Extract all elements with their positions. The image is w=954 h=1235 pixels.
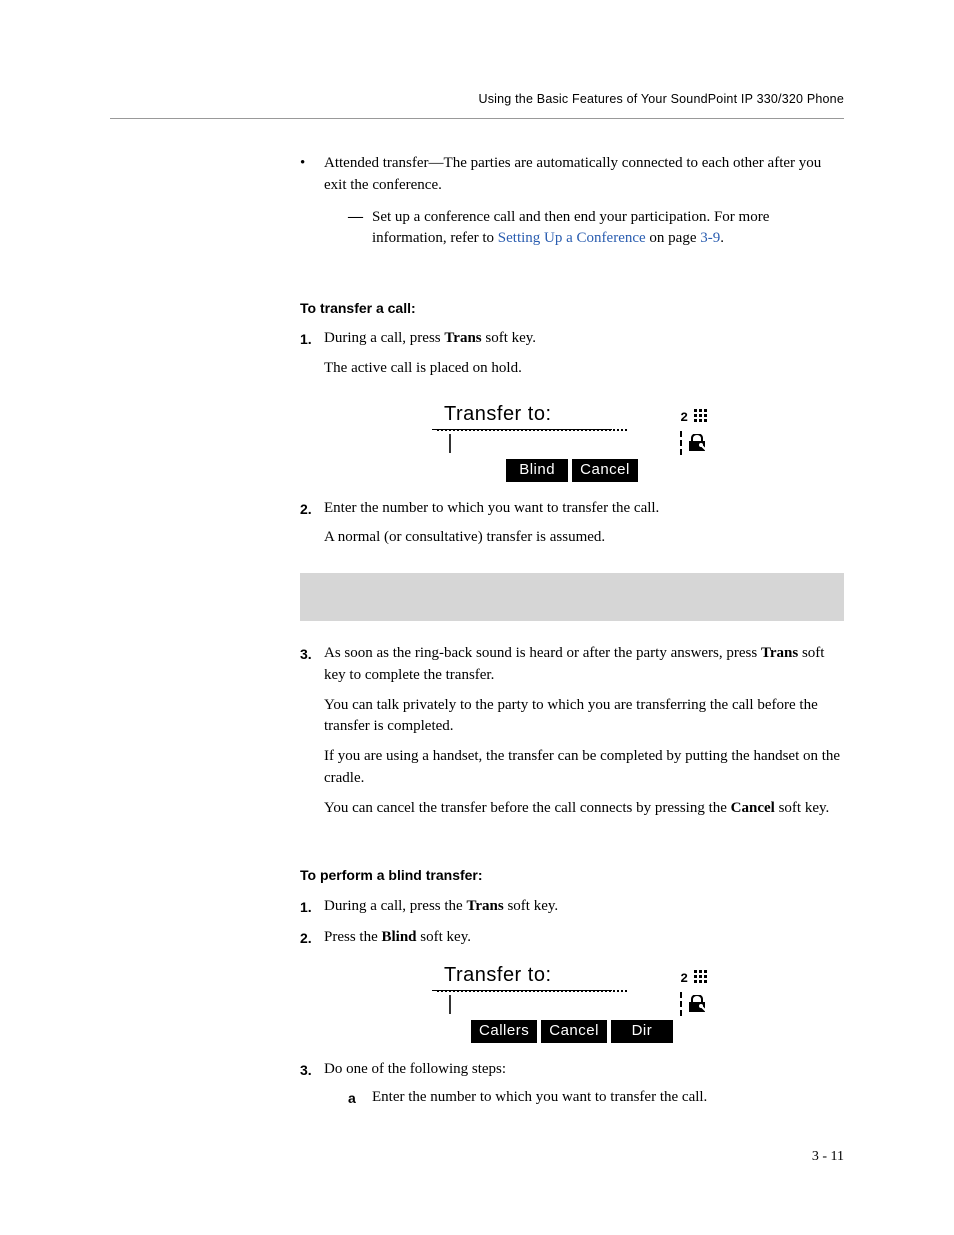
blind-step-1: 1. During a call, press the Trans soft k…	[300, 896, 844, 918]
step-2: 2. Enter the number to which you want to…	[300, 498, 844, 558]
softkey-callers: Callers	[471, 1020, 537, 1043]
lcd-cursor: |	[432, 996, 680, 1016]
softkey-dir: Dir	[611, 1020, 673, 1043]
dash-mark: —	[348, 207, 372, 251]
step-num: 2.	[300, 927, 324, 949]
alpha-mark: a	[348, 1087, 372, 1109]
lcd-title: Transfer to:	[432, 961, 612, 991]
lcd-cursor: |	[432, 435, 680, 455]
softkey-cancel: Cancel	[541, 1020, 607, 1043]
lock-icon	[687, 995, 707, 1013]
heading-transfer: To transfer a call:	[300, 298, 844, 318]
t: During a call, press the	[324, 898, 466, 914]
substep-a: a Enter the number to which you want to …	[348, 1087, 844, 1109]
content-area: • Attended transfer—The parties are auto…	[300, 153, 844, 1108]
alpha-text: Enter the number to which you want to tr…	[372, 1087, 844, 1109]
blind-step-2: 2. Press the Blind soft key.	[300, 927, 844, 949]
lcd-badge-number: 2	[680, 409, 688, 428]
t: Press the	[324, 929, 382, 945]
step-text: During a call, press Trans soft key. The…	[324, 328, 844, 388]
t2: soft key.	[504, 898, 558, 914]
lock-icon	[687, 434, 707, 452]
step-num: 2.	[300, 498, 324, 558]
page-number: 3 - 11	[812, 1147, 844, 1167]
sub-after: on page	[646, 230, 701, 246]
step-1: 1. During a call, press Trans soft key. …	[300, 328, 844, 388]
p3: You can cancel the transfer before the c…	[324, 798, 844, 820]
step-text: Press the Blind soft key.	[324, 927, 844, 949]
cancel-key: Cancel	[731, 800, 775, 816]
step-text: During a call, press the Trans soft key.	[324, 896, 844, 918]
link-conference[interactable]: Setting Up a Conference	[498, 230, 646, 246]
step-note: The active call is placed on hold.	[324, 358, 844, 380]
t2: soft key.	[417, 929, 471, 945]
t: As soon as the ring-back sound is heard …	[324, 645, 761, 661]
step-3: 3. As soon as the ring-back sound is hea…	[300, 643, 844, 827]
bullet-text: Attended transfer—The parties are automa…	[324, 153, 844, 260]
p2: If you are using a handset, the transfer…	[324, 746, 844, 790]
lcd-screenshot-1: Transfer to: 2 | Blind Cancel	[300, 400, 844, 482]
lcd-badge-number: 2	[680, 970, 688, 989]
t: During a call, press	[324, 330, 444, 346]
lcd-screenshot-2: Transfer to: 2 | Callers Cancel Dir	[300, 961, 844, 1043]
page-header: Using the Basic Features of Your SoundPo…	[110, 90, 844, 108]
step-text: Enter the number to which you want to tr…	[324, 498, 844, 558]
blind-step-3: 3. Do one of the following steps: a Ente…	[300, 1059, 844, 1109]
t2: soft key.	[775, 800, 829, 816]
step-note: A normal (or consultative) transfer is a…	[324, 527, 844, 549]
note-box	[300, 573, 844, 621]
softkey-cancel: Cancel	[572, 459, 638, 482]
t: Enter the number to which you want to tr…	[324, 500, 659, 516]
t2: soft key.	[482, 330, 536, 346]
step-num: 1.	[300, 896, 324, 918]
step-text: Do one of the following steps: a Enter t…	[324, 1059, 844, 1109]
header-rule	[110, 118, 844, 119]
link-page[interactable]: 3-9	[700, 230, 720, 246]
trans-key: Trans	[444, 330, 481, 346]
keypad-icon	[694, 970, 708, 983]
step-text: As soon as the ring-back sound is heard …	[324, 643, 844, 827]
step-num: 3.	[300, 643, 324, 827]
t: Do one of the following steps:	[324, 1061, 506, 1077]
sub-period: .	[720, 230, 724, 246]
sub-text: Set up a conference call and then end yo…	[372, 207, 844, 251]
lcd-title: Transfer to:	[432, 400, 612, 430]
step-num: 1.	[300, 328, 324, 388]
sub-item: — Set up a conference call and then end …	[348, 207, 844, 251]
trans-key: Trans	[761, 645, 798, 661]
heading-blind-transfer: To perform a blind transfer:	[300, 865, 844, 885]
t: You can cancel the transfer before the c…	[324, 800, 731, 816]
bullet-label: Attended transfer	[324, 155, 429, 171]
softkey-blind: Blind	[506, 459, 568, 482]
step-num: 3.	[300, 1059, 324, 1109]
blind-key: Blind	[382, 929, 417, 945]
p1: You can talk privately to the party to w…	[324, 695, 844, 739]
trans-key: Trans	[466, 898, 503, 914]
keypad-icon	[694, 409, 708, 422]
bullet-attended-transfer: • Attended transfer—The parties are auto…	[300, 153, 844, 260]
bullet-mark: •	[300, 153, 324, 260]
